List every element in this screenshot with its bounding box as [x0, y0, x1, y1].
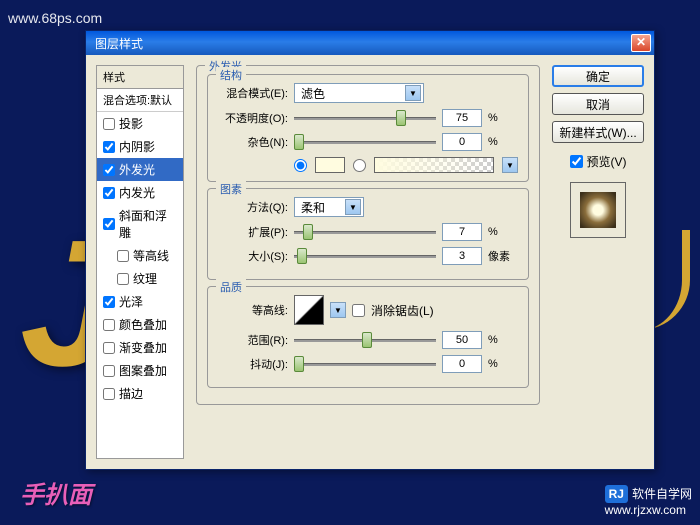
style-label: 内阴影 — [119, 138, 155, 155]
style-checkbox[interactable] — [103, 319, 115, 331]
style-checkbox[interactable] — [103, 365, 115, 377]
style-item-6[interactable]: 纹理 — [97, 267, 183, 290]
style-label: 外发光 — [119, 161, 155, 178]
size-unit: 像素 — [488, 248, 518, 264]
noise-slider[interactable] — [294, 133, 436, 151]
opacity-input[interactable] — [442, 109, 482, 127]
style-checkbox[interactable] — [103, 187, 115, 199]
style-label: 等高线 — [133, 247, 169, 264]
style-label: 光泽 — [119, 293, 143, 310]
style-item-10[interactable]: 图案叠加 — [97, 359, 183, 382]
close-button[interactable]: ✕ — [631, 34, 651, 52]
noise-label: 杂色(N): — [218, 134, 288, 150]
style-checkbox[interactable] — [103, 296, 115, 308]
noise-unit: % — [488, 136, 518, 148]
preview-swatch — [570, 182, 626, 238]
chevron-down-icon[interactable]: ▼ — [502, 157, 518, 173]
chevron-down-icon: ▼ — [405, 85, 421, 101]
range-label: 范围(R): — [218, 332, 288, 348]
style-label: 描边 — [119, 385, 143, 402]
chevron-down-icon: ▼ — [345, 199, 361, 215]
style-label: 斜面和浮雕 — [119, 207, 177, 241]
style-label: 颜色叠加 — [119, 316, 167, 333]
style-checkbox[interactable] — [103, 388, 115, 400]
size-input[interactable] — [442, 247, 482, 265]
contour-picker[interactable] — [294, 295, 324, 325]
style-checkbox[interactable] — [103, 164, 115, 176]
blend-mode-label: 混合模式(E): — [218, 85, 288, 101]
elements-title: 图素 — [216, 181, 246, 197]
style-label: 内发光 — [119, 184, 155, 201]
opacity-unit: % — [488, 112, 518, 124]
gradient-swatch[interactable] — [374, 157, 494, 173]
watermark-top-left: www.68ps.com — [8, 10, 102, 26]
antialias-label: 消除锯齿(L) — [371, 302, 434, 319]
style-item-1[interactable]: 内阴影 — [97, 135, 183, 158]
quality-title: 品质 — [216, 279, 246, 295]
style-checkbox[interactable] — [103, 218, 115, 230]
style-item-4[interactable]: 斜面和浮雕 — [97, 204, 183, 244]
style-label: 渐变叠加 — [119, 339, 167, 356]
watermark-bottom-right: RJ软件自学网 www.rjzxw.com — [605, 485, 692, 517]
blend-options-item[interactable]: 混合选项:默认 — [97, 89, 183, 112]
logo-badge: RJ — [605, 485, 628, 503]
opacity-slider[interactable] — [294, 109, 436, 127]
layer-style-dialog: 图层样式 ✕ 样式 混合选项:默认 投影内阴影外发光内发光斜面和浮雕等高线纹理光… — [85, 30, 655, 470]
ok-button[interactable]: 确定 — [552, 65, 644, 87]
style-item-8[interactable]: 颜色叠加 — [97, 313, 183, 336]
chevron-down-icon[interactable]: ▼ — [330, 302, 346, 318]
range-slider[interactable] — [294, 331, 436, 349]
style-item-9[interactable]: 渐变叠加 — [97, 336, 183, 359]
preview-checkbox[interactable] — [570, 155, 583, 168]
style-checkbox[interactable] — [117, 273, 129, 285]
technique-label: 方法(Q): — [218, 199, 288, 215]
style-label: 纹理 — [133, 270, 157, 287]
style-label: 投影 — [119, 115, 143, 132]
style-checkbox[interactable] — [103, 141, 115, 153]
gradient-radio[interactable] — [353, 159, 366, 172]
watermark-bottom-left: 手扒面 — [20, 475, 92, 510]
technique-combo[interactable]: 柔和 ▼ — [294, 197, 364, 217]
style-item-7[interactable]: 光泽 — [97, 290, 183, 313]
style-checkbox[interactable] — [117, 250, 129, 262]
range-input[interactable] — [442, 331, 482, 349]
spread-input[interactable] — [442, 223, 482, 241]
style-item-2[interactable]: 外发光 — [97, 158, 183, 181]
preview-label: 预览(V) — [587, 153, 627, 170]
jitter-label: 抖动(J): — [218, 356, 288, 372]
titlebar[interactable]: 图层样式 ✕ — [86, 31, 654, 55]
spread-label: 扩展(P): — [218, 224, 288, 240]
size-label: 大小(S): — [218, 248, 288, 264]
style-label: 图案叠加 — [119, 362, 167, 379]
style-checkbox[interactable] — [103, 118, 115, 130]
blend-mode-combo[interactable]: 滤色 ▼ — [294, 83, 424, 103]
style-item-5[interactable]: 等高线 — [97, 244, 183, 267]
style-item-0[interactable]: 投影 — [97, 112, 183, 135]
color-radio[interactable] — [294, 159, 307, 172]
settings-panel: 外发光 结构 混合模式(E): 滤色 ▼ 不透明度(O): % — [192, 65, 544, 459]
jitter-unit: % — [488, 358, 518, 370]
color-swatch[interactable] — [315, 157, 345, 173]
range-unit: % — [488, 334, 518, 346]
jitter-slider[interactable] — [294, 355, 436, 373]
spread-unit: % — [488, 226, 518, 238]
styles-panel: 样式 混合选项:默认 投影内阴影外发光内发光斜面和浮雕等高线纹理光泽颜色叠加渐变… — [96, 65, 184, 459]
styles-header[interactable]: 样式 — [97, 66, 183, 89]
contour-label: 等高线: — [218, 302, 288, 318]
style-item-3[interactable]: 内发光 — [97, 181, 183, 204]
structure-title: 结构 — [216, 67, 246, 83]
cancel-button[interactable]: 取消 — [552, 93, 644, 115]
style-item-11[interactable]: 描边 — [97, 382, 183, 405]
style-checkbox[interactable] — [103, 342, 115, 354]
dialog-title: 图层样式 — [89, 35, 631, 52]
spread-slider[interactable] — [294, 223, 436, 241]
opacity-label: 不透明度(O): — [218, 110, 288, 126]
jitter-input[interactable] — [442, 355, 482, 373]
new-style-button[interactable]: 新建样式(W)... — [552, 121, 644, 143]
antialias-checkbox[interactable] — [352, 304, 365, 317]
action-panel: 确定 取消 新建样式(W)... 预览(V) — [552, 65, 644, 459]
noise-input[interactable] — [442, 133, 482, 151]
size-slider[interactable] — [294, 247, 436, 265]
